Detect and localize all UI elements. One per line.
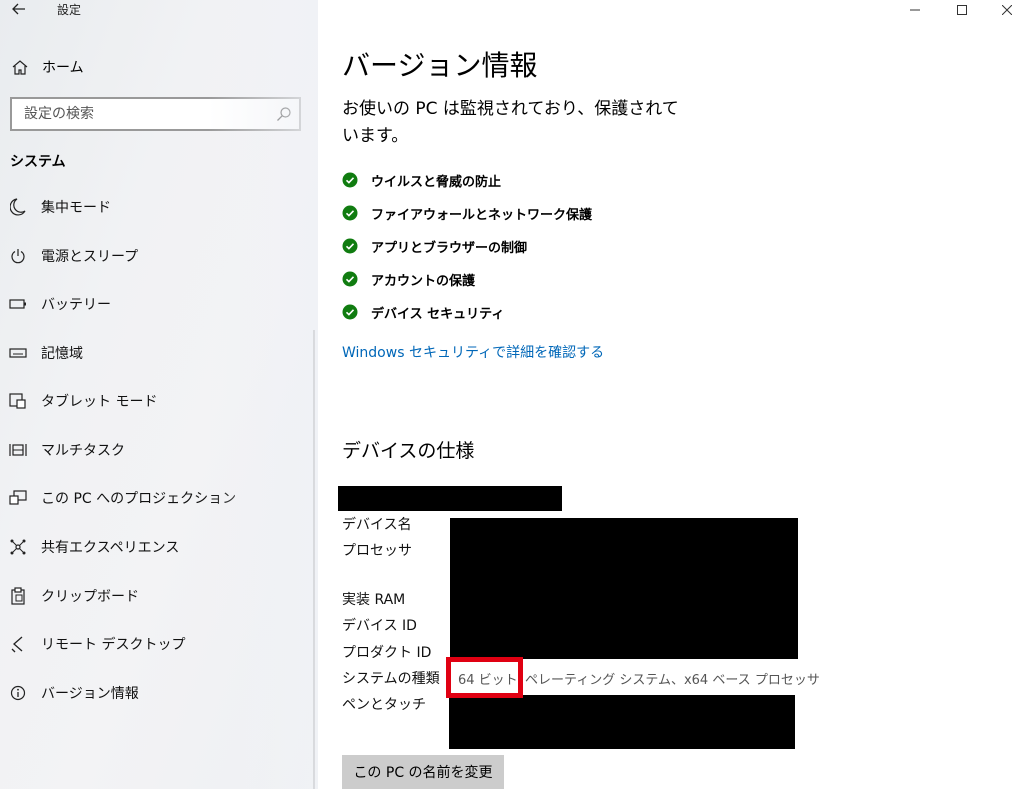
sidebar-item-label: クリップボード (41, 589, 139, 605)
sidebar-home[interactable]: ホーム (10, 55, 84, 79)
protection-label: アプリとブラウザーの制御 (371, 240, 528, 256)
sidebar-item-power-sleep[interactable]: 電源とスリープ (0, 238, 310, 274)
moon-icon (8, 197, 28, 217)
sidebar-item-label: 電源とスリープ (41, 249, 139, 265)
highlight-annotation-box (446, 657, 523, 698)
tablet-mode-icon (8, 391, 28, 411)
spec-label-device-id: デバイス ID (342, 618, 417, 634)
sidebar-item-storage[interactable]: 記憶域 (0, 335, 310, 371)
page-title: バージョン情報 (342, 49, 538, 82)
sidebar-item-clipboard[interactable]: クリップボード (0, 578, 310, 614)
home-label: ホーム (42, 60, 84, 76)
protection-item: デバイス セキュリティ (342, 302, 504, 322)
close-icon (1002, 5, 1012, 15)
sidebar-item-multitasking[interactable]: マルチタスク (0, 432, 310, 468)
green-check-icon (342, 271, 358, 287)
sidebar-item-label: この PC へのプロジェクション (41, 491, 237, 507)
sidebar-item-label: マルチタスク (41, 443, 125, 459)
sidebar-item-label: バージョン情報 (41, 686, 139, 702)
home-icon (10, 57, 30, 77)
sidebar-item-label: リモート デスクトップ (41, 637, 186, 653)
redacted-device-heading (338, 486, 562, 511)
sidebar-item-label: 記憶域 (41, 346, 83, 362)
protection-label: ウイルスと脅威の防止 (371, 174, 502, 190)
spec-label-device-name: デバイス名 (342, 517, 412, 533)
protection-item: ウイルスと脅威の防止 (342, 170, 501, 190)
sidebar-item-shared-experiences[interactable]: 共有エクスペリエンス (0, 529, 310, 565)
info-icon (8, 683, 28, 703)
back-arrow-icon (12, 3, 25, 15)
storage-icon (8, 343, 28, 363)
redacted-pen-touch-value (449, 695, 795, 749)
close-button[interactable] (984, 0, 1024, 20)
back-button[interactable] (6, 0, 32, 21)
sidebar-scrollbar[interactable] (313, 330, 315, 789)
window-title: 設定 (57, 3, 82, 17)
multitask-icon (8, 440, 28, 460)
projection-icon (8, 488, 28, 508)
maximize-button[interactable] (939, 0, 985, 20)
system-type-description: ペレーティング システム、x64 ベース プロセッサ (525, 673, 820, 688)
sidebar-item-label: 共有エクスペリエンス (41, 540, 180, 556)
sidebar-item-remote-desktop[interactable]: リモート デスクトップ (0, 626, 310, 662)
battery-icon (8, 294, 28, 314)
maximize-icon (957, 5, 967, 15)
spec-label-processor: プロセッサ (342, 543, 412, 559)
sidebar-item-battery[interactable]: バッテリー (0, 286, 310, 322)
protection-label: アカウントの保護 (371, 273, 476, 289)
minimize-button[interactable] (892, 0, 938, 20)
green-check-icon (342, 304, 358, 320)
sidebar-item-projection[interactable]: この PC へのプロジェクション (0, 480, 310, 516)
protection-status-text: お使いの PC は監視されており、保護されています。 (342, 99, 679, 146)
sidebar-item-label: バッテリー (41, 297, 111, 313)
sidebar-item-focus-assist[interactable]: 集中モード (0, 189, 310, 225)
remote-desktop-icon (8, 634, 28, 654)
spec-label-system-type: システムの種類 (342, 671, 440, 687)
settings-search[interactable] (10, 97, 301, 131)
spec-label-ram: 実装 RAM (342, 592, 406, 608)
sidebar: 設定 ホーム システム 集中モード 電源とスリープ バッテリー (0, 0, 318, 789)
green-check-icon (342, 238, 358, 254)
protection-label: デバイス セキュリティ (371, 306, 505, 322)
shared-experience-icon (8, 537, 28, 557)
windows-security-link[interactable]: Windows セキュリティで詳細を確認する (342, 342, 604, 362)
power-icon (8, 246, 28, 266)
minimize-icon (910, 9, 920, 11)
spec-label-product-id: プロダクト ID (342, 645, 432, 661)
section-title-system: システム (10, 154, 66, 170)
green-check-icon (342, 172, 358, 188)
green-check-icon (342, 205, 358, 221)
protection-item: ファイアウォールとネットワーク保護 (342, 203, 592, 223)
sidebar-item-tablet-mode[interactable]: タブレット モード (0, 383, 310, 419)
rename-pc-button[interactable]: この PC の名前を変更 (342, 755, 504, 789)
redacted-spec-values (450, 518, 798, 659)
device-spec-title: デバイスの仕様 (342, 440, 475, 462)
search-input[interactable] (12, 99, 299, 129)
sidebar-item-label: 集中モード (41, 200, 111, 216)
sidebar-item-about[interactable]: バージョン情報 (0, 675, 310, 711)
protection-item: アカウントの保護 (342, 269, 475, 289)
protection-item: アプリとブラウザーの制御 (342, 236, 527, 256)
protection-label: ファイアウォールとネットワーク保護 (371, 207, 593, 223)
search-icon[interactable] (276, 106, 292, 122)
sidebar-item-label: タブレット モード (41, 394, 158, 410)
clipboard-icon (8, 586, 28, 606)
spec-label-pen-touch: ペンとタッチ (342, 697, 426, 713)
